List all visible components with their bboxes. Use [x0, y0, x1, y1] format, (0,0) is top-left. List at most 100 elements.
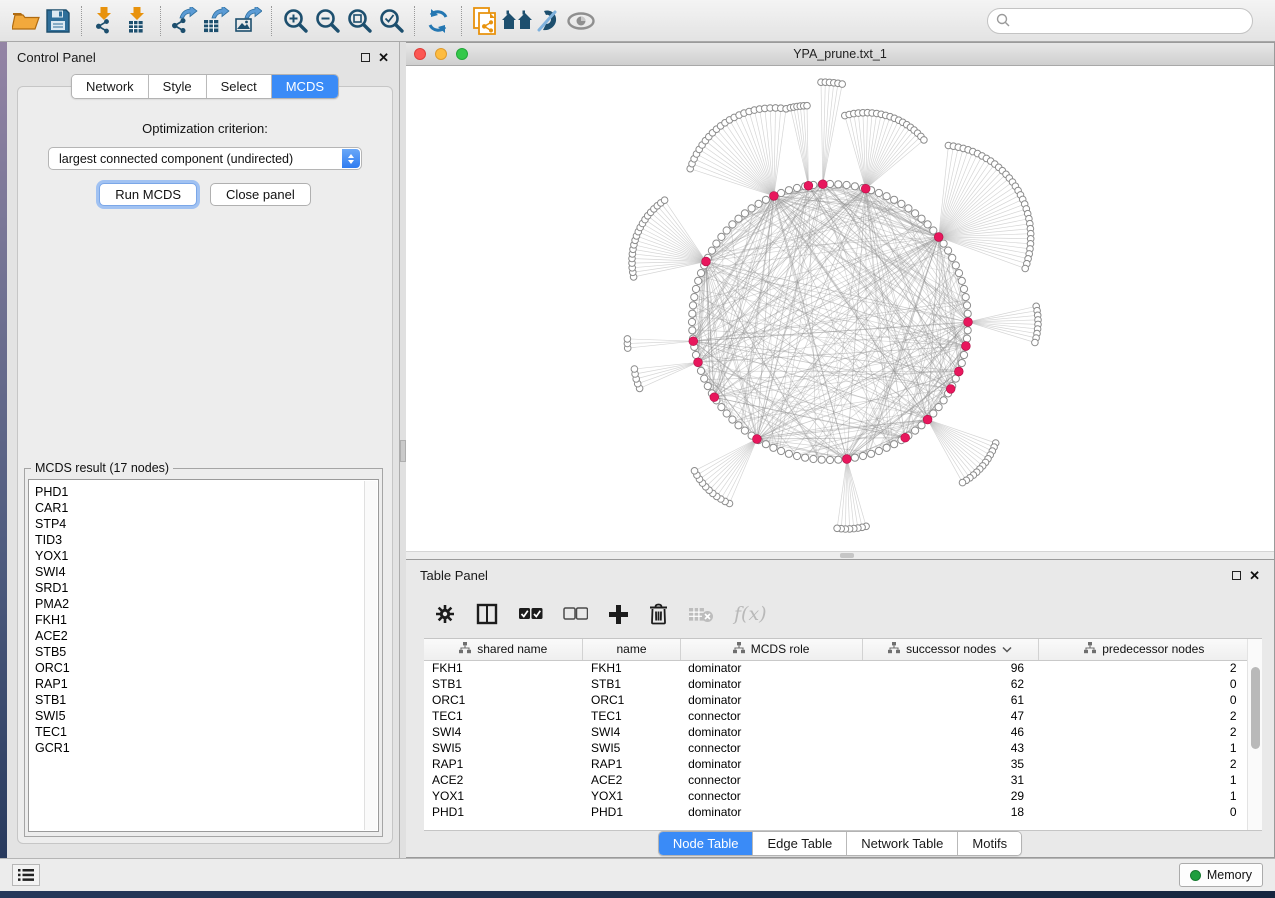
result-item[interactable]: GCR1: [35, 740, 378, 756]
table-row[interactable]: ACE2ACE2connector311: [424, 772, 1251, 788]
import-network-icon[interactable]: [89, 5, 121, 37]
mcds-result-groupbox: MCDS result (17 nodes) PHD1CAR1STP4TID3Y…: [24, 468, 383, 837]
tab-style[interactable]: Style: [149, 75, 207, 98]
control-panel: Control Panel ✕ NetworkStyleSelectMCDS O…: [7, 42, 400, 858]
select-stepper-icon: [342, 149, 360, 168]
folder-icon[interactable]: [10, 5, 42, 37]
save-icon[interactable]: [42, 5, 74, 37]
deselect-all-icon[interactable]: [563, 607, 588, 621]
memory-status-icon: [1190, 870, 1201, 881]
column-header-MCDS-role[interactable]: MCDS role: [680, 639, 862, 660]
tab-select[interactable]: Select: [207, 75, 272, 98]
result-item[interactable]: PHD1: [35, 484, 378, 500]
divider-grip[interactable]: [840, 553, 854, 558]
table-scrollbar[interactable]: [1247, 639, 1262, 830]
export-image-icon[interactable]: [232, 5, 264, 37]
tab-node-table[interactable]: Node Table: [659, 832, 754, 855]
memory-button[interactable]: Memory: [1179, 863, 1263, 887]
houses-icon[interactable]: [501, 5, 533, 37]
table-row[interactable]: TEC1TEC1connector472: [424, 708, 1251, 724]
close-table-panel-icon[interactable]: ✕: [1249, 571, 1260, 580]
result-item[interactable]: SWI4: [35, 564, 378, 580]
add-icon[interactable]: [608, 604, 629, 625]
toolbar-separator: [271, 6, 272, 36]
optimization-criterion-select[interactable]: largest connected component (undirected): [48, 147, 362, 170]
trash-icon[interactable]: [649, 603, 668, 625]
column-header-shared-name[interactable]: shared name: [424, 639, 583, 660]
result-item[interactable]: SWI5: [35, 708, 378, 724]
marker-slash-icon[interactable]: [533, 5, 565, 37]
tree-icon: [1084, 642, 1096, 657]
close-panel-icon[interactable]: ✕: [378, 53, 389, 62]
result-item[interactable]: YOX1: [35, 548, 378, 564]
gear-icon[interactable]: [434, 603, 456, 625]
delete-table-icon[interactable]: [688, 605, 714, 623]
tab-network[interactable]: Network: [72, 75, 149, 98]
import-table-icon[interactable]: [121, 5, 153, 37]
tab-mcds[interactable]: MCDS: [272, 75, 338, 98]
sync-icon[interactable]: [422, 5, 454, 37]
column-header-name[interactable]: name: [583, 639, 680, 660]
network-window-title: YPA_prune.txt_1: [406, 47, 1274, 61]
result-item[interactable]: RAP1: [35, 676, 378, 692]
table-row[interactable]: SWI4SWI4dominator462: [424, 724, 1251, 740]
tab-network-table[interactable]: Network Table: [847, 832, 958, 855]
tree-icon: [459, 642, 471, 657]
result-item[interactable]: FKH1: [35, 612, 378, 628]
table-row[interactable]: FKH1FKH1dominator962: [424, 660, 1251, 676]
table-row[interactable]: STB1STB1dominator620: [424, 676, 1251, 692]
result-item[interactable]: PMA2: [35, 596, 378, 612]
search-input[interactable]: [987, 8, 1253, 34]
result-item[interactable]: STB5: [35, 644, 378, 660]
toolbar-separator: [414, 6, 415, 36]
columns-icon[interactable]: [476, 603, 498, 625]
export-table-icon[interactable]: [200, 5, 232, 37]
tree-icon: [733, 642, 745, 657]
table-row[interactable]: RAP1RAP1dominator352: [424, 756, 1251, 772]
float-table-panel-icon[interactable]: [1232, 571, 1241, 580]
result-item[interactable]: STB1: [35, 692, 378, 708]
memory-label: Memory: [1207, 868, 1252, 882]
result-item[interactable]: ACE2: [35, 628, 378, 644]
result-item[interactable]: TID3: [35, 532, 378, 548]
network-canvas[interactable]: [406, 66, 1274, 551]
close-panel-button[interactable]: Close panel: [210, 183, 311, 206]
table-toolbar: f(x): [406, 590, 1274, 638]
status-bar: Memory: [0, 858, 1275, 891]
table-row[interactable]: SWI5SWI5connector431: [424, 740, 1251, 756]
column-header-predecessor-nodes[interactable]: predecessor nodes: [1038, 639, 1250, 660]
network-window: YPA_prune.txt_1: [406, 42, 1275, 560]
select-all-icon[interactable]: [518, 607, 543, 621]
table-row[interactable]: ORC1ORC1dominator610: [424, 692, 1251, 708]
network-canvas-divider[interactable]: [406, 551, 1274, 559]
zoom-out-icon[interactable]: [311, 5, 343, 37]
run-mcds-button[interactable]: Run MCDS: [99, 183, 197, 206]
eye-icon[interactable]: [565, 5, 597, 37]
function-icon[interactable]: f(x): [734, 603, 767, 625]
toolbar-separator: [81, 6, 82, 36]
control-panel-tabs: NetworkStyleSelectMCDS: [71, 74, 339, 99]
zoom-in-icon[interactable]: [279, 5, 311, 37]
main-toolbar: [0, 0, 1275, 42]
column-header-successor-nodes[interactable]: successor nodes: [862, 639, 1038, 660]
zoom-selected-icon[interactable]: [375, 5, 407, 37]
table-row[interactable]: YOX1YOX1connector291: [424, 788, 1251, 804]
result-item[interactable]: SRD1: [35, 580, 378, 596]
export-network-icon[interactable]: [168, 5, 200, 37]
float-panel-icon[interactable]: [361, 53, 370, 62]
result-item[interactable]: CAR1: [35, 500, 378, 516]
result-item[interactable]: ORC1: [35, 660, 378, 676]
tab-edge-table[interactable]: Edge Table: [753, 832, 847, 855]
zoom-fit-icon[interactable]: [343, 5, 375, 37]
mcds-result-list[interactable]: PHD1CAR1STP4TID3YOX1SWI4SRD1PMA2FKH1ACE2…: [28, 479, 379, 832]
result-item[interactable]: STP4: [35, 516, 378, 532]
result-item[interactable]: TEC1: [35, 724, 378, 740]
table-row[interactable]: PHD1PHD1dominator180: [424, 804, 1251, 820]
mcds-tab-content: NetworkStyleSelectMCDS Optimization crit…: [17, 86, 393, 844]
tab-motifs[interactable]: Motifs: [958, 832, 1021, 855]
document-share-icon[interactable]: [469, 5, 501, 37]
result-list-scrollbar[interactable]: [364, 481, 377, 830]
tree-icon: [888, 642, 900, 657]
table-panel-title: Table Panel: [420, 568, 488, 583]
task-history-button[interactable]: [12, 864, 40, 886]
